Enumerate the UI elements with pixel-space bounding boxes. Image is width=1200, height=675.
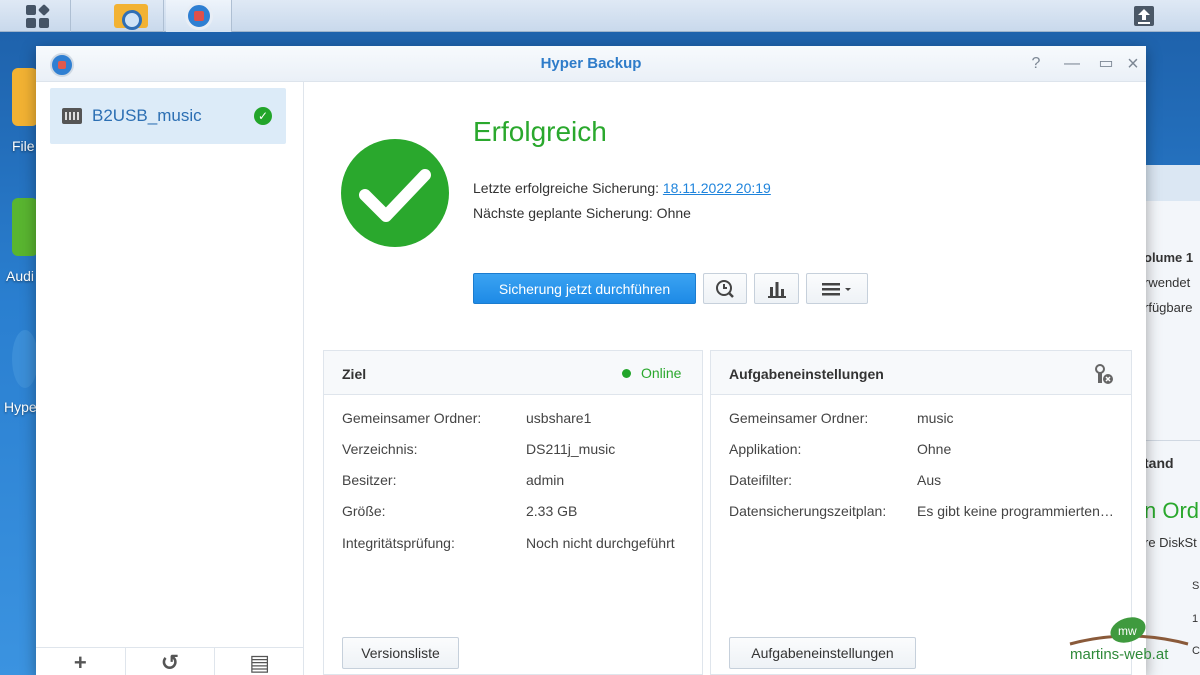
target-row-label: Integritätsprüfung:: [342, 535, 455, 551]
file-station-desktop-icon[interactable]: [12, 68, 38, 126]
close-icon[interactable]: ×: [1120, 52, 1146, 76]
desktop-label-audio[interactable]: Audi: [6, 268, 34, 284]
backup-now-button[interactable]: Sicherung jetzt durchführen: [473, 273, 696, 304]
background-window: olume 1 rwendet rfügbare tand n Ord re D…: [1140, 165, 1200, 675]
bg-text-8: 1: [1192, 613, 1199, 625]
target-row-value: admin: [526, 472, 565, 488]
bg-text-1: olume 1: [1144, 250, 1194, 265]
watermark-text: martins-web.at: [1070, 646, 1169, 663]
last-backup-link[interactable]: 18.11.2022 20:19: [663, 180, 771, 196]
bg-text-9: C: [1192, 645, 1200, 657]
window-title: Hyper Backup: [540, 55, 642, 72]
desktop-label-file[interactable]: File: [12, 138, 35, 154]
task-settings-button[interactable]: Aufgabeneinstellungen: [729, 637, 916, 669]
help-icon[interactable]: ?: [1024, 52, 1048, 76]
hyper-backup-window: Hyper Backup ? — ▭ × B2USB_music ✓ + ↺ ▤…: [36, 46, 1146, 675]
task-sidebar: B2USB_music ✓ + ↺ ▤: [36, 82, 304, 675]
logo-letters: mw: [1118, 624, 1137, 638]
taskbar-hyper-backup-button[interactable]: [166, 0, 232, 32]
maximize-icon[interactable]: ▭: [1094, 52, 1118, 76]
bg-text-7: S: [1192, 580, 1200, 592]
version-list-button[interactable]: Versionsliste: [342, 637, 459, 669]
martins-web-logo: mw: [1069, 617, 1189, 646]
task-row-value: Ohne: [917, 441, 952, 457]
target-row-value: 2.33 GB: [526, 503, 578, 519]
target-row-value: usbshare1: [526, 410, 592, 426]
menu-dropdown-icon: [822, 282, 851, 295]
target-panel-title: Ziel: [342, 366, 367, 382]
hyper-backup-desktop-icon[interactable]: [12, 330, 38, 388]
statistics-button[interactable]: [754, 273, 799, 304]
usb-disk-icon: [62, 108, 82, 124]
status-title: Erfolgreich: [473, 116, 607, 147]
bar-chart-icon: [767, 281, 786, 298]
more-actions-button[interactable]: [806, 273, 868, 304]
task-row-label: Dateifilter:: [729, 472, 793, 488]
log-icon[interactable]: ▤: [215, 648, 304, 675]
version-history-button[interactable]: [703, 273, 747, 304]
restore-icon[interactable]: ↺: [126, 648, 216, 675]
lock-settings-icon[interactable]: [1091, 362, 1115, 386]
success-check-icon: ✓: [254, 107, 272, 125]
audio-station-desktop-icon[interactable]: [12, 198, 38, 256]
task-row-label: Gemeinsamer Ordner:: [729, 410, 869, 426]
add-icon[interactable]: +: [36, 648, 126, 675]
last-backup-line: Letzte erfolgreiche Sicherung: 18.11.202…: [473, 180, 771, 196]
target-row-label: Besitzer:: [342, 472, 397, 488]
task-row-value: Aus: [917, 472, 942, 488]
task-settings-panel-title: Aufgabeneinstellungen: [729, 366, 884, 382]
window-titlebar[interactable]: Hyper Backup ? — ▭ ×: [36, 46, 1146, 82]
bg-text-3: rfügbare: [1144, 300, 1193, 315]
bg-text-2: rwendet: [1144, 275, 1191, 290]
file-station-icon: [113, 4, 148, 30]
next-backup-line: Nächste geplante Sicherung: Ohne: [473, 205, 691, 221]
target-row-value: DS211j_music: [526, 441, 616, 457]
bg-text-6: re DiskSt: [1144, 535, 1197, 550]
hyper-backup-icon: [184, 2, 213, 30]
bg-text-4: tand: [1144, 455, 1174, 471]
task-settings-panel-header: Aufgabeneinstellungen: [711, 351, 1131, 395]
target-row-label: Größe:: [342, 503, 386, 519]
target-row-value: Noch nicht durchgeführt: [526, 535, 675, 551]
target-row-label: Gemeinsamer Ordner:: [342, 410, 482, 426]
target-panel: Ziel Online Gemeinsamer Ordner: usbshare…: [323, 350, 703, 675]
sidebar-toolbar: + ↺ ▤: [36, 647, 304, 675]
taskbar-file-station-button[interactable]: [98, 0, 164, 32]
minimize-icon[interactable]: —: [1060, 52, 1084, 76]
martins-web-watermark: mw martins-web.at: [1066, 614, 1192, 670]
online-status-text: Online: [641, 365, 682, 381]
success-status-icon: [341, 139, 449, 247]
bg-text-5: n Ord: [1144, 498, 1200, 523]
target-panel-header: Ziel Online: [324, 351, 702, 395]
online-status-dot: [622, 369, 631, 378]
target-row-label: Verzeichnis:: [342, 441, 418, 457]
desktop-label-hyper[interactable]: Hype: [4, 399, 37, 415]
task-row-label: Datensicherungszeitplan:: [729, 503, 887, 519]
sidebar-item-b2usb-music[interactable]: B2USB_music ✓: [50, 88, 286, 144]
task-row-value: Es gibt keine programmierten Sicherungen: [917, 503, 1117, 519]
task-name: B2USB_music: [92, 106, 202, 125]
last-backup-label: Letzte erfolgreiche Sicherung:: [473, 180, 659, 196]
main-content: Erfolgreich Letzte erfolgreiche Sicherun…: [305, 82, 1146, 675]
clock-search-icon: [716, 279, 734, 298]
task-row-label: Applikation:: [729, 441, 802, 457]
main-menu-button[interactable]: [5, 0, 71, 32]
main-menu-icon: [26, 3, 51, 28]
background-window-header: [1140, 165, 1200, 201]
task-row-value: music: [917, 410, 954, 426]
upload-icon[interactable]: [1132, 4, 1156, 28]
taskbar: [0, 0, 1200, 32]
